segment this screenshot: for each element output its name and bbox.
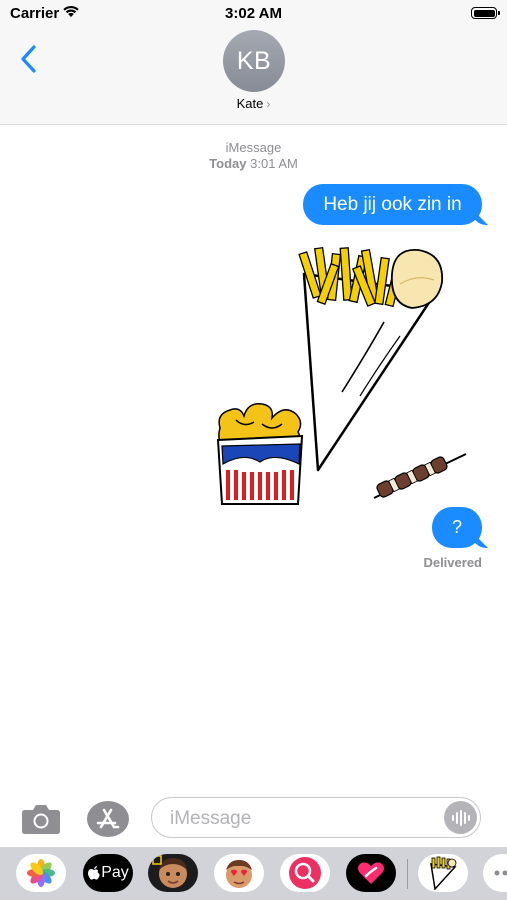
battery-icon (471, 7, 500, 19)
contact-name-button[interactable]: Kate › (0, 96, 507, 111)
photos-icon (27, 859, 55, 887)
app-store-button[interactable] (87, 801, 129, 837)
photos-app-button[interactable] (16, 854, 66, 892)
more-icon (494, 870, 507, 876)
waveform-icon (451, 809, 470, 826)
contact-avatar[interactable]: KB (223, 30, 285, 92)
apple-pay-app-button[interactable]: Pay (83, 854, 133, 892)
message-bubble[interactable]: ? (432, 507, 482, 548)
fries-sticker-app-icon (430, 856, 457, 890)
camera-icon[interactable] (21, 802, 61, 836)
memoji-app-button[interactable] (148, 854, 198, 892)
message-input[interactable] (168, 798, 442, 839)
digital-touch-icon (358, 862, 384, 884)
web-search-app-button[interactable] (280, 854, 330, 892)
app-store-icon (96, 808, 120, 829)
fries-sticker-app-button[interactable] (418, 854, 468, 892)
memoji-icon (152, 855, 187, 888)
timestamp-day: Today (209, 156, 247, 171)
digital-touch-app-button[interactable] (346, 854, 396, 892)
message-bubble[interactable]: Heb jij ook zin in (303, 184, 482, 225)
timestamp-time: 3:01 AM (250, 156, 298, 171)
delivery-status: Delivered (423, 555, 482, 570)
service-label: iMessage (225, 140, 282, 155)
audio-message-button[interactable] (444, 801, 477, 834)
message-input-field[interactable] (151, 797, 481, 839)
message-composer (0, 792, 507, 847)
status-bar: Carrier 3:02 AM (0, 0, 507, 26)
chevron-right-icon: › (266, 97, 271, 111)
fries-box-sticker[interactable] (214, 398, 306, 508)
contact-name: Kate (236, 96, 264, 111)
animoji-app-button[interactable] (214, 854, 264, 892)
conversation-timestamp: Today 3:01 AM (0, 156, 507, 171)
back-chevron-icon[interactable] (18, 44, 40, 74)
status-time: 3:02 AM (225, 5, 282, 22)
fries-cone-sticker[interactable] (296, 244, 448, 474)
apple-icon (88, 866, 100, 880)
animoji-icon (226, 860, 252, 888)
more-apps-button[interactable] (483, 854, 507, 892)
apple-pay-label: Pay (101, 864, 129, 881)
drawer-divider (407, 859, 408, 889)
conversation-header: Carrier 3:02 AM KB Kate › (0, 0, 507, 125)
web-search-icon (289, 857, 321, 889)
kebab-skewer-sticker[interactable] (372, 450, 468, 502)
app-drawer: Pay (0, 847, 507, 900)
